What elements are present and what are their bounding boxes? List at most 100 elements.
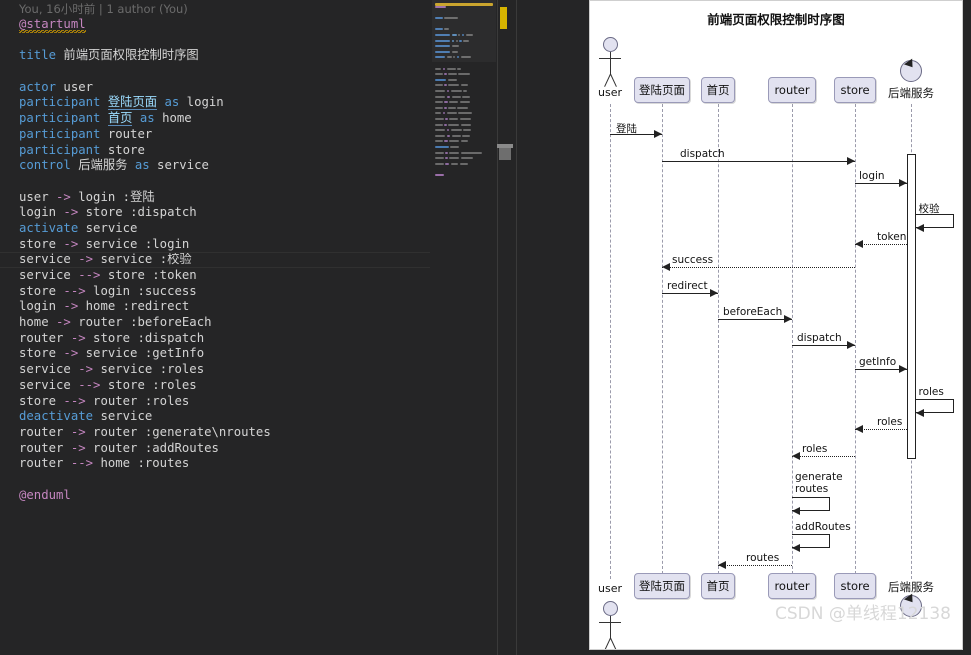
minimap-line — [451, 95, 461, 98]
minimap-line — [450, 146, 459, 148]
code-line[interactable]: store --> login :success — [19, 284, 271, 300]
code-line[interactable]: participant router — [19, 127, 271, 143]
code-line[interactable]: service --> store :token — [19, 268, 271, 284]
code-line[interactable]: deactivate service — [19, 409, 271, 425]
code-area[interactable]: You, 16小时前 | 1 author (You) @startuml ti… — [0, 0, 430, 655]
minimap-line — [435, 174, 444, 176]
source-code[interactable]: @startuml title 前端页面权限控制时序图 actor user pa… — [19, 17, 271, 503]
code-token: service — [93, 362, 160, 377]
minimap-line — [435, 101, 443, 104]
code-line[interactable]: login -> store :dispatch — [19, 205, 271, 221]
code-line[interactable]: router -> router :generate\nroutes — [19, 425, 271, 441]
minimap-line — [446, 95, 451, 98]
minimap-line — [463, 90, 467, 92]
lifeline-user — [610, 104, 611, 579]
code-token: :roles — [152, 377, 197, 392]
code-line[interactable]: actor user — [19, 80, 271, 96]
minimap-line — [444, 123, 447, 126]
code-token: 首页 — [107, 111, 133, 127]
code-token: --> — [78, 268, 101, 282]
message-label: dispatch — [797, 332, 842, 344]
minimap-line — [435, 129, 445, 132]
activation-bar-service — [906, 154, 916, 459]
code-token: service — [78, 236, 145, 251]
code-line[interactable]: service -> service :校验 — [19, 252, 271, 268]
code-line[interactable]: activate service — [19, 221, 271, 237]
code-line[interactable]: login -> home :redirect — [19, 299, 271, 315]
minimap-line — [435, 118, 444, 120]
code-line[interactable]: participant 首页 as home — [19, 111, 271, 127]
code-line[interactable]: @enduml — [19, 488, 271, 504]
lifeline-store — [855, 104, 856, 579]
code-line[interactable]: router --> home :routes — [19, 456, 271, 472]
code-line[interactable]: store -> service :login — [19, 237, 271, 253]
scrollbar-warning-marker[interactable] — [500, 7, 507, 29]
message-arrowhead — [662, 263, 670, 271]
code-line[interactable] — [19, 64, 271, 80]
code-token: :登陆 — [122, 189, 155, 204]
message-arrowhead — [847, 157, 855, 165]
code-token: service — [149, 158, 209, 173]
message-arrowhead — [654, 130, 662, 138]
code-token: router — [19, 456, 71, 471]
minimap-line — [444, 101, 448, 104]
minimap-line — [449, 118, 458, 120]
code-token: store — [107, 142, 145, 157]
scrollbar-cursor-marker[interactable] — [497, 144, 513, 160]
participant-box-router-top: router — [768, 77, 816, 103]
code-token: @startuml — [19, 17, 86, 33]
minimap-line — [460, 140, 469, 143]
code-line[interactable]: router -> store :dispatch — [19, 331, 271, 347]
code-line[interactable]: store --> router :roles — [19, 394, 271, 410]
self-call-arrowhead — [915, 409, 924, 417]
self-call-arrowhead — [792, 507, 800, 515]
code-line[interactable] — [19, 472, 271, 488]
minimap-slider[interactable] — [432, 0, 496, 62]
message-label: roles — [802, 443, 828, 455]
code-token: -> — [78, 362, 94, 377]
code-line[interactable]: service -> service :roles — [19, 362, 271, 378]
code-line[interactable]: router -> router :addRoutes — [19, 441, 271, 457]
code-line[interactable]: user -> login :登陆 — [19, 190, 271, 206]
actor-head — [602, 601, 618, 616]
code-token: -> — [70, 424, 86, 439]
code-line[interactable]: service --> store :roles — [19, 378, 271, 394]
minimap-line — [458, 73, 470, 76]
minimap-line — [435, 67, 442, 70]
minimap-line — [450, 129, 462, 132]
minimap-line — [435, 90, 445, 92]
code-token: :addRoutes — [144, 440, 219, 455]
message-arrowhead — [792, 452, 800, 460]
code-token: -> — [63, 236, 79, 251]
code-line[interactable]: control 后端服务 as service — [19, 158, 271, 174]
minimap-line — [435, 123, 443, 126]
code-line[interactable]: participant 登陆页面 as login — [19, 95, 271, 111]
message-label: token — [877, 231, 907, 243]
code-line[interactable]: store -> service :getInfo — [19, 346, 271, 362]
message-label: routes — [746, 552, 780, 564]
message-label: beforeEach — [723, 306, 783, 318]
code-line[interactable]: participant store — [19, 143, 271, 159]
lifeline-login — [662, 104, 663, 579]
code-token: login — [179, 95, 224, 110]
code-line[interactable]: @startuml — [19, 17, 271, 33]
code-token: user — [63, 79, 94, 94]
minimap-line — [451, 134, 461, 137]
code-line[interactable]: home -> router :beforeEach — [19, 315, 271, 331]
minimap-line — [460, 157, 474, 160]
code-token: actor — [19, 79, 64, 94]
minimap-line — [435, 162, 444, 165]
editor-scrollbar[interactable] — [497, 0, 517, 655]
code-line[interactable] — [19, 174, 271, 190]
message-line — [662, 161, 855, 162]
message-label: success — [672, 254, 714, 266]
code-line[interactable] — [19, 33, 271, 49]
code-token: :dispatch — [137, 330, 205, 345]
code-token: :roles — [144, 393, 190, 408]
minimap-line — [448, 106, 456, 109]
minimap[interactable] — [432, 0, 496, 655]
code-line[interactable]: title 前端页面权限控制时序图 — [19, 48, 271, 64]
participant-box-router-bottom: router — [768, 573, 816, 599]
code-token: store — [19, 236, 64, 251]
